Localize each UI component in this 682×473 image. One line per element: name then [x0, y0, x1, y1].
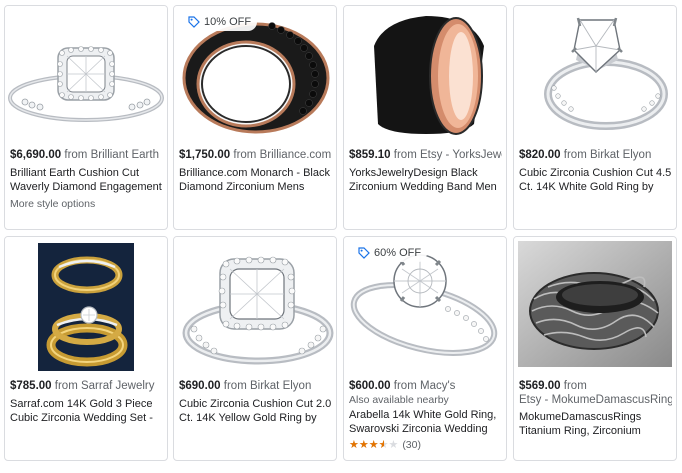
product-card[interactable]: $690.00 from Birkat Elyon Cubic Zirconia…: [173, 236, 337, 461]
product-info: $1,750.00 from Brilliance.com Brilliance…: [179, 148, 332, 194]
price: $1,750.00: [179, 149, 231, 161]
product-title[interactable]: Brilliant Earth Cushion Cut Waverly Diam…: [10, 167, 163, 194]
merchant-prefix: from: [393, 149, 417, 161]
product-card[interactable]: $820.00 from Birkat Elyon Cubic Zirconia…: [513, 5, 677, 230]
star-rating-icon: ★★★★★★★★★★: [349, 438, 399, 451]
price: $785.00: [10, 380, 52, 392]
price-line: $820.00 from Birkat Elyon: [519, 148, 672, 162]
product-card[interactable]: $859.10 from Etsy - YorksJewelryDesign Y…: [343, 5, 507, 230]
product-info: $859.10 from Etsy - YorksJewelryDesign Y…: [349, 148, 502, 194]
price: $6,690.00: [10, 149, 62, 161]
price-line: $569.00 from: [519, 379, 672, 393]
price-line: $785.00 from Sarraf Jewelry: [10, 379, 163, 393]
product-info: $600.00 from Macy's Also available nearb…: [349, 379, 502, 451]
rose-gold-band-image[interactable]: [344, 6, 506, 140]
product-info: $820.00 from Birkat Elyon Cubic Zirconia…: [519, 148, 672, 194]
merchant-prefix: from: [393, 380, 417, 392]
merchant-name[interactable]: Macy's: [420, 380, 455, 392]
price-line: $690.00 from Birkat Elyon: [179, 379, 332, 393]
product-title[interactable]: Sarraf.com 14K Gold 3 Piece Cubic Zircon…: [10, 398, 163, 425]
product-info: $690.00 from Birkat Elyon Cubic Zirconia…: [179, 379, 332, 425]
merchant-name[interactable]: Etsy - YorksJewelryDesign: [420, 149, 502, 161]
merchant-name[interactable]: Etsy - MokumeDamascusRings: [519, 393, 672, 407]
rating[interactable]: ★★★★★★★★★★ (30): [349, 439, 502, 451]
price: $820.00: [519, 149, 561, 161]
merchant-prefix: from: [563, 380, 587, 392]
availability-note: Also available nearby: [349, 394, 449, 406]
product-info: $6,690.00 from Brilliant Earth Brilliant…: [10, 148, 163, 210]
merchant-name[interactable]: Birkat Elyon: [250, 380, 311, 392]
merchant-prefix: from: [64, 149, 88, 161]
product-card[interactable]: $785.00 from Sarraf Jewelry Sarraf.com 1…: [4, 236, 168, 461]
discount-text: 60% OFF: [374, 247, 422, 259]
price: $859.10: [349, 149, 391, 161]
rating-count: (30): [402, 439, 421, 451]
merchant-name[interactable]: Brilliance.com: [260, 149, 332, 161]
product-card[interactable]: 10% OFF $1,750.00 from Brilliance.com Br…: [173, 5, 337, 230]
price: $569.00: [519, 380, 561, 392]
product-title[interactable]: Cubic Zirconia Cushion Cut 4.5 Ct. 14K W…: [519, 167, 672, 194]
discount-badge: 60% OFF: [354, 244, 428, 262]
price: $600.00: [349, 380, 391, 392]
product-title[interactable]: YorksJewelryDesign Black Zirconium Weddi…: [349, 167, 502, 194]
price-line: $6,690.00 from Brilliant Earth: [10, 148, 163, 162]
price-line: $1,750.00 from Brilliance.com: [179, 148, 332, 162]
merchant-prefix: from: [223, 380, 247, 392]
price-line: $600.00 from Macy's: [349, 379, 502, 393]
product-title[interactable]: Cubic Zirconia Cushion Cut 2.0 Ct. 14K Y…: [179, 398, 332, 425]
tag-icon: [188, 16, 200, 28]
product-title[interactable]: Arabella 14k White Gold Ring, Swarovski …: [349, 409, 502, 436]
product-grid: $6,690.00 from Brilliant Earth Brilliant…: [0, 0, 682, 473]
pave-solitaire-ring-image[interactable]: 60% OFF: [344, 237, 506, 371]
black-band-ring-image[interactable]: 10% OFF: [174, 6, 336, 140]
more-style-options[interactable]: More style options: [10, 198, 163, 210]
merchant-prefix: from: [54, 380, 78, 392]
gold-ring-set-image[interactable]: [5, 237, 167, 371]
merchant-prefix: from: [233, 149, 257, 161]
product-card[interactable]: $6,690.00 from Brilliant Earth Brilliant…: [4, 5, 168, 230]
product-card[interactable]: 60% OFF $600.00 from Macy's Also availab…: [343, 236, 507, 461]
product-title[interactable]: MokumeDamascusRings Titanium Ring, Zirco…: [519, 411, 672, 438]
halo-engagement-ring-image[interactable]: [5, 6, 167, 140]
price: $690.00: [179, 380, 221, 392]
merchant-prefix: from: [563, 149, 587, 161]
solitaire-ring-image[interactable]: [514, 6, 676, 140]
price-line: $859.10 from Etsy - YorksJewelryDesign: [349, 148, 502, 162]
product-info: $569.00 from Etsy - MokumeDamascusRings …: [519, 379, 672, 438]
merchant-name[interactable]: Brilliant Earth: [91, 149, 159, 161]
product-title[interactable]: Brilliance.com Monarch - Black Diamond Z…: [179, 167, 332, 194]
product-info: $785.00 from Sarraf Jewelry Sarraf.com 1…: [10, 379, 163, 425]
discount-text: 10% OFF: [204, 16, 252, 28]
halo-cushion-ring-image[interactable]: [174, 237, 336, 371]
discount-badge: 10% OFF: [184, 13, 258, 31]
tag-icon: [358, 247, 370, 259]
product-card[interactable]: $569.00 from Etsy - MokumeDamascusRings …: [513, 236, 677, 461]
damascus-band-image[interactable]: [514, 237, 676, 371]
merchant-name[interactable]: Birkat Elyon: [590, 149, 651, 161]
merchant-name[interactable]: Sarraf Jewelry: [81, 380, 155, 392]
